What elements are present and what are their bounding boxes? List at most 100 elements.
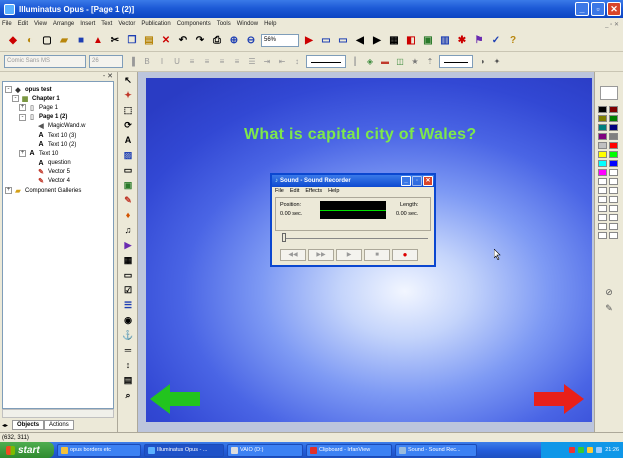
- preview-icon[interactable]: ▶: [302, 34, 316, 48]
- prev-page-icon[interactable]: ◀: [353, 34, 367, 48]
- question-text[interactable]: What is capital city of Wales?: [244, 126, 476, 144]
- publish-icon[interactable]: ▲: [91, 34, 105, 48]
- new-file-icon[interactable]: ▢: [40, 34, 54, 48]
- start-button[interactable]: start: [0, 442, 54, 458]
- line-style-select[interactable]: [306, 55, 346, 68]
- checkbox-tool-icon[interactable]: ☑: [121, 283, 135, 297]
- delete-icon[interactable]: ✕: [159, 34, 173, 48]
- color-swatch[interactable]: [609, 160, 618, 167]
- slider-thumb[interactable]: [282, 233, 286, 242]
- text-color-icon[interactable]: ▐: [126, 56, 138, 68]
- bold-icon[interactable]: B: [141, 56, 153, 68]
- italic-icon[interactable]: I: [156, 56, 168, 68]
- mdi-controls[interactable]: _ ▫ ✕: [605, 21, 619, 28]
- zoom-select[interactable]: 56%: [261, 34, 299, 47]
- tree-node-text[interactable]: A question: [5, 159, 111, 168]
- align-left-icon[interactable]: ≡: [186, 56, 198, 68]
- tree-node-chapter[interactable]: - ▦ Chapter 1: [5, 94, 111, 103]
- cut-icon[interactable]: ✂: [108, 34, 122, 48]
- link-tool-icon[interactable]: ⚓: [121, 328, 135, 342]
- rewind-button[interactable]: ◀◀: [280, 249, 306, 261]
- taskbar-item[interactable]: VAIO (D:): [227, 443, 303, 457]
- input-tool-icon[interactable]: ▭: [121, 268, 135, 282]
- color-swatch[interactable]: [609, 196, 618, 203]
- minimize-button[interactable]: _: [575, 2, 589, 16]
- zoom-out-icon[interactable]: ⊖: [244, 34, 258, 48]
- tree-node-text[interactable]: A Text 10 (2): [5, 140, 111, 149]
- dialog-menu-help[interactable]: Help: [328, 187, 339, 196]
- action-tool-icon[interactable]: ✦: [121, 88, 135, 102]
- menu-view[interactable]: View: [34, 21, 47, 27]
- zoom-in-icon[interactable]: ⊕: [227, 34, 241, 48]
- color-swatch[interactable]: [598, 196, 607, 203]
- color-swatch[interactable]: [598, 124, 607, 131]
- menu-edit[interactable]: Edit: [18, 21, 28, 27]
- text-tool-icon[interactable]: A: [121, 133, 135, 147]
- panel-close-icon[interactable]: - ✕: [0, 72, 117, 81]
- open-chapter-icon[interactable]: ◐: [23, 34, 37, 48]
- font-size-select[interactable]: 26: [89, 55, 123, 68]
- grid-icon[interactable]: ▦: [387, 34, 401, 48]
- tray-icon[interactable]: [587, 447, 594, 453]
- record-button[interactable]: ●: [392, 249, 418, 261]
- collapse-icon[interactable]: -: [19, 113, 26, 121]
- tree-node-page-selected[interactable]: - ▯ Page 1 (2): [5, 113, 111, 122]
- align-center-icon[interactable]: ≡: [201, 56, 213, 68]
- line-width-icon[interactable]: ┃: [349, 56, 361, 68]
- open-folder-icon[interactable]: ▰: [57, 34, 71, 48]
- select-tool-icon[interactable]: ↖: [121, 73, 135, 87]
- scroll-tool-icon[interactable]: ↕: [121, 358, 135, 372]
- menu-window[interactable]: Window: [237, 21, 258, 27]
- dialog-minimize-button[interactable]: _: [401, 176, 411, 186]
- menu-tools[interactable]: Tools: [217, 21, 231, 27]
- rectangle-tool-icon[interactable]: ▭: [121, 163, 135, 177]
- arrow-style-select[interactable]: [439, 55, 473, 68]
- shadow-icon[interactable]: ◫: [394, 56, 406, 68]
- print-icon[interactable]: ⎙: [210, 34, 224, 48]
- tree-node-vector[interactable]: ✎ Vector 4: [5, 177, 111, 186]
- color-swatch[interactable]: [609, 115, 618, 122]
- web-tool-icon[interactable]: ◉: [121, 313, 135, 327]
- stop-button[interactable]: ■: [364, 249, 390, 261]
- transparency-icon[interactable]: ◑: [476, 56, 488, 68]
- menu-arrange[interactable]: Arrange: [53, 21, 74, 27]
- layer-icon[interactable]: ▣: [421, 34, 435, 48]
- menu-text[interactable]: Text: [101, 21, 112, 27]
- star-icon[interactable]: ★: [409, 56, 421, 68]
- zoom-tool-icon[interactable]: ⌕: [121, 388, 135, 402]
- menu-file[interactable]: File: [2, 21, 12, 27]
- bullet-icon[interactable]: ☰: [246, 56, 258, 68]
- color-swatch[interactable]: [598, 115, 607, 122]
- dialog-menu-edit[interactable]: Edit: [290, 187, 299, 196]
- page-copy-icon[interactable]: ▭: [336, 34, 350, 48]
- tray-icon[interactable]: [569, 447, 576, 453]
- line-color-icon[interactable]: ▬: [379, 56, 391, 68]
- object-tree[interactable]: - ◆ opus test - ▦ Chapter 1 + ▯ Page 1 -…: [2, 81, 114, 409]
- button-tool-icon[interactable]: ▣: [121, 178, 135, 192]
- tab-actions[interactable]: Actions: [44, 420, 74, 430]
- clock[interactable]: 21:26: [605, 447, 619, 453]
- redo-icon[interactable]: ↷: [193, 34, 207, 48]
- tab-objects[interactable]: Objects: [12, 420, 45, 430]
- menu-publication[interactable]: Publication: [141, 21, 170, 27]
- dialog-close-button[interactable]: ✕: [423, 176, 433, 186]
- pen-tool-icon[interactable]: ✎: [121, 193, 135, 207]
- color-swatch[interactable]: [598, 142, 607, 149]
- collapse-icon[interactable]: -: [5, 86, 12, 94]
- taskbar-item[interactable]: opus borders etc: [57, 443, 141, 457]
- check-icon[interactable]: ✓: [489, 34, 503, 48]
- line-spacing-icon[interactable]: ↕: [291, 56, 303, 68]
- position-slider[interactable]: [282, 233, 428, 242]
- paste-icon[interactable]: ▤: [142, 34, 156, 48]
- script-icon[interactable]: ⚑: [472, 34, 486, 48]
- color-swatch[interactable]: [598, 133, 607, 140]
- color-swatch[interactable]: [609, 124, 618, 131]
- page-icon[interactable]: ▭: [319, 34, 333, 48]
- taskbar-item[interactable]: Clipboard - IrfanView: [306, 443, 392, 457]
- color-swatch[interactable]: [598, 106, 607, 113]
- outdent-icon[interactable]: ⇤: [276, 56, 288, 68]
- color-swatch[interactable]: [598, 151, 607, 158]
- color-swatch[interactable]: [598, 223, 607, 230]
- action-icon[interactable]: ✱: [455, 34, 469, 48]
- table-tool-icon[interactable]: ▦: [121, 253, 135, 267]
